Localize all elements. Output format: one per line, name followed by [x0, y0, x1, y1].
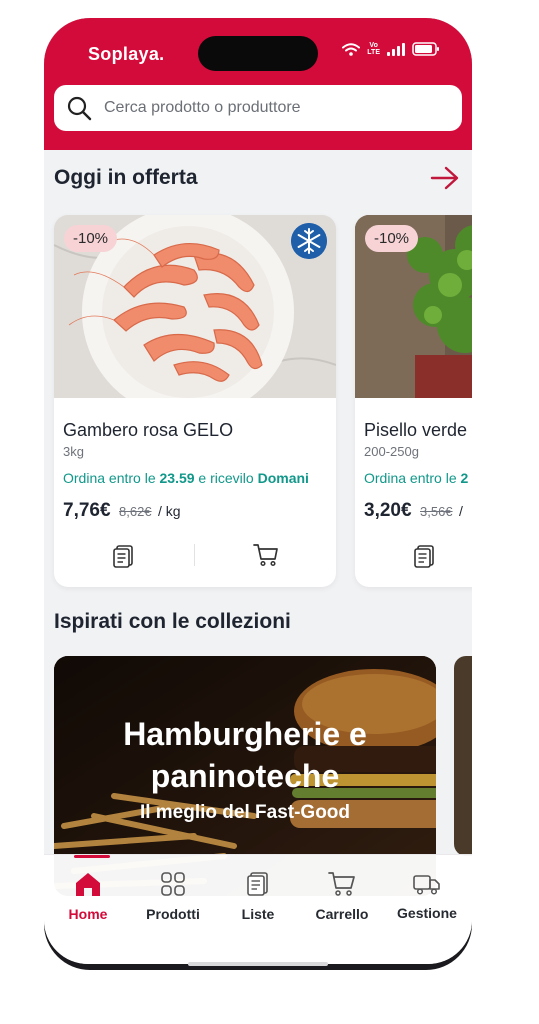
old-price: 8,62€	[119, 504, 152, 519]
nav-carrello[interactable]: Carrello	[302, 855, 382, 922]
current-price: 7,76€	[63, 500, 111, 521]
snowflake-icon	[291, 223, 327, 259]
delivery-info: Ordina entro le 2	[364, 470, 468, 486]
product-card[interactable]: -10% Pisello verde 200-250g Ordina entro…	[355, 215, 472, 587]
product-name: Pisello verde	[364, 420, 468, 440]
product-name: Gambero rosa GELO	[63, 420, 234, 440]
phone-frame: Soplaya. Vo LTE Cerca prodotto o produtt…	[44, 18, 472, 970]
delivery-time: 23.59	[159, 470, 195, 486]
home-icon	[76, 873, 100, 896]
dynamic-island	[198, 36, 318, 71]
old-price: 3,56€	[420, 504, 453, 519]
delivery-info: Ordina entro le 23.59 e ricevilo Domani	[63, 470, 309, 486]
nav-home[interactable]: Home	[48, 855, 128, 922]
signal-icon	[387, 42, 405, 56]
status-bar: Vo LTE	[342, 42, 440, 56]
grid-icon	[161, 872, 185, 896]
search-icon	[67, 96, 92, 121]
collection-title-line2: paninoteche	[150, 758, 340, 794]
arrow-right-icon[interactable]	[430, 166, 460, 190]
app-header: Soplaya. Vo LTE Cerca prodotto o produtt…	[44, 18, 472, 150]
volte-icon: Vo LTE	[367, 42, 380, 56]
search-bar[interactable]: Cerca prodotto o produttore	[54, 85, 462, 131]
collection-subtitle: Il meglio del Fast-Good	[139, 802, 351, 823]
delivery-prefix: Ordina entro le	[364, 470, 461, 486]
product-card[interactable]: -10% Gambero rosa GELO 3kg Ordina entro …	[54, 215, 336, 587]
product-image: -10%	[54, 215, 336, 398]
next-collection-card[interactable]	[454, 656, 472, 856]
wifi-icon	[342, 42, 361, 56]
nav-label: Liste	[241, 906, 275, 922]
app-screen: Soplaya. Vo LTE Cerca prodotto o produtt…	[44, 18, 472, 964]
delivery-time: 2	[460, 470, 469, 486]
home-indicator[interactable]	[188, 962, 328, 966]
product-quantity: 3kg	[63, 444, 84, 459]
cart-icon	[328, 872, 355, 896]
bottom-navigation: Home Prodotti Liste Carrello Gestione	[44, 854, 472, 964]
nav-label: Carrello	[315, 906, 369, 922]
product-quantity: 200-250g	[364, 444, 419, 459]
collections-title: Ispirati con le collezioni	[54, 610, 291, 633]
collection-title-line1: Hamburgherie e	[123, 716, 367, 752]
nav-label: Home	[68, 906, 108, 922]
nav-label: Prodotti	[146, 906, 200, 922]
nav-prodotti[interactable]: Prodotti	[133, 855, 213, 922]
truck-icon	[413, 875, 440, 895]
nav-gestione[interactable]: Gestione	[387, 855, 467, 921]
action-divider	[194, 544, 195, 566]
discount-badge: -10%	[365, 225, 419, 252]
offers-title: Oggi in offerta	[54, 166, 198, 189]
active-indicator	[74, 855, 110, 858]
price-row: 3,20€ 3,56€ /	[364, 500, 463, 522]
current-price: 3,20€	[364, 500, 412, 521]
cart-icon[interactable]	[253, 543, 279, 567]
card-actions	[54, 540, 336, 570]
discount-badge: -10%	[64, 225, 118, 252]
product-image: -10%	[355, 215, 472, 398]
price-unit: / kg	[158, 503, 181, 519]
price-row: 7,76€ 8,62€ / kg	[63, 500, 181, 522]
brand-logo: Soplaya.	[88, 44, 165, 64]
delivery-day: Domani	[257, 470, 309, 486]
card-actions	[355, 540, 472, 570]
delivery-mid: e ricevilo	[194, 470, 258, 486]
battery-icon	[412, 42, 439, 56]
search-input[interactable]: Cerca prodotto o produttore	[104, 99, 301, 117]
delivery-prefix: Ordina entro le	[63, 470, 160, 486]
clipboard-icon[interactable]	[112, 542, 136, 568]
nav-label: Gestione	[397, 905, 457, 921]
nav-liste[interactable]: Liste	[218, 855, 298, 922]
price-unit: /	[459, 503, 463, 519]
clipboard-icon	[247, 872, 268, 896]
clipboard-icon[interactable]	[413, 542, 437, 568]
